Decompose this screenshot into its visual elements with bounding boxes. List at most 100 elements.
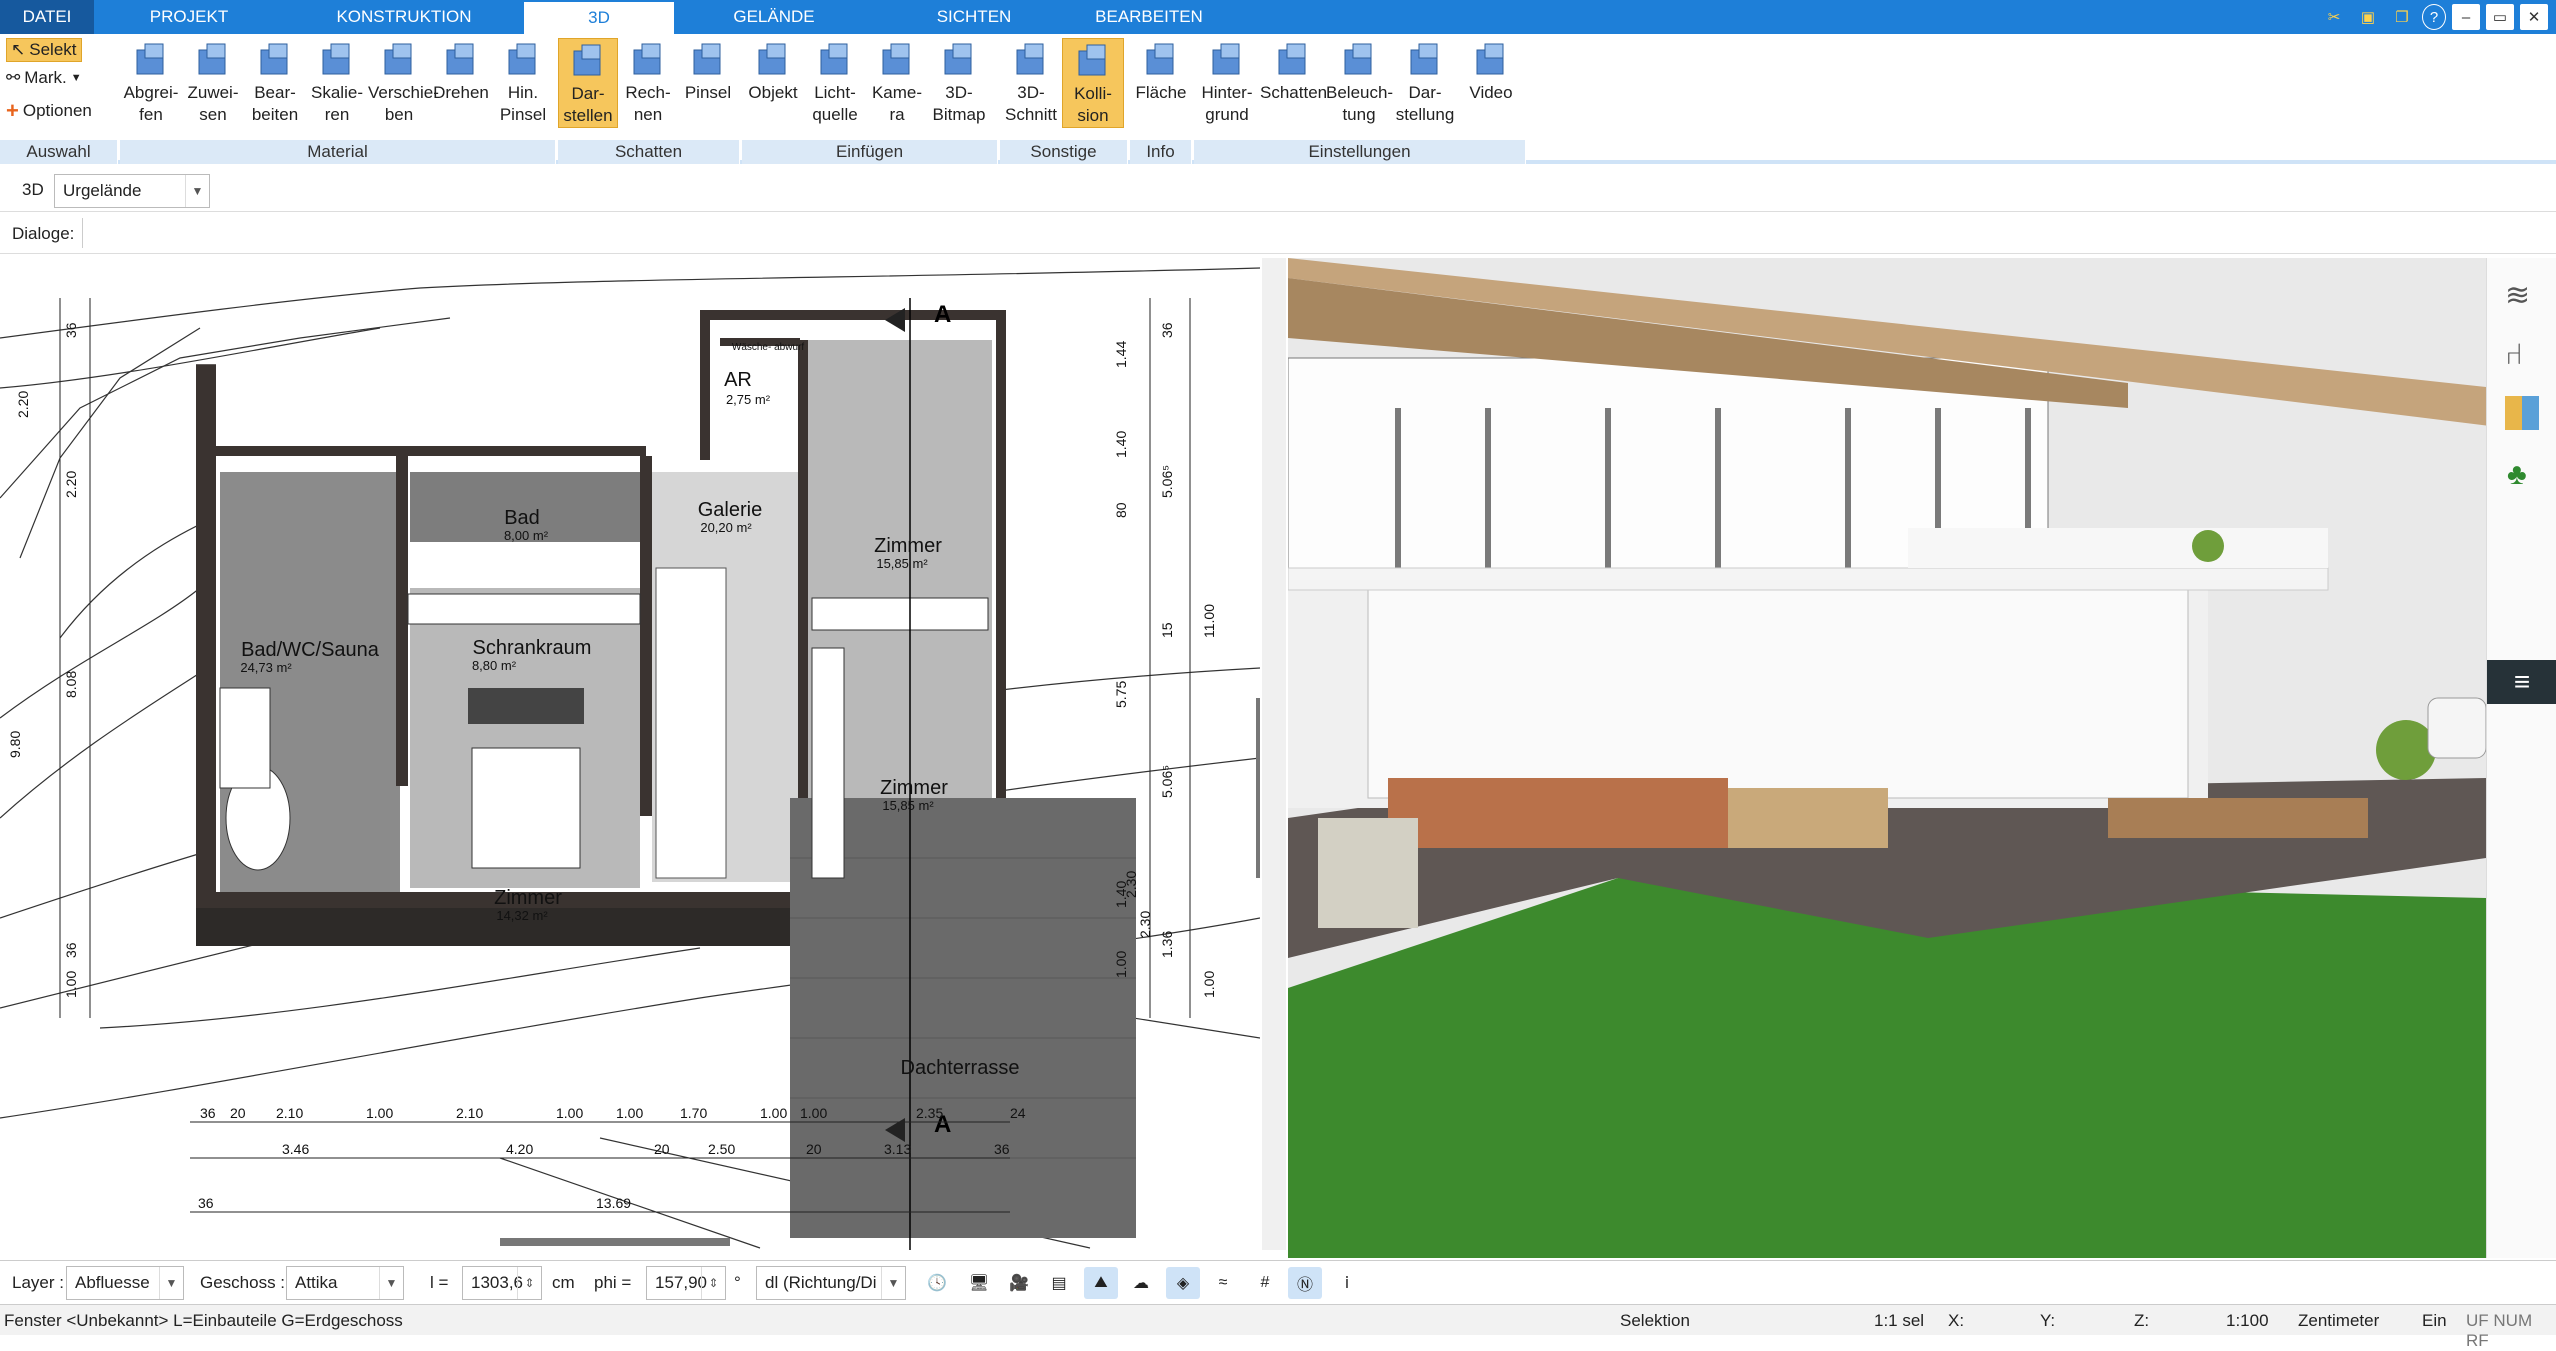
menu-bar: DATEI PROJEKT KONSTRUKTION 3D GELÄNDE SI… — [0, 0, 2556, 34]
section-label: A — [934, 301, 951, 328]
tab-konstruktion[interactable]: KONSTRUKTION — [284, 0, 524, 34]
einfuegen-button-1[interactable]: Licht-quelle — [804, 38, 866, 126]
material-icon — [379, 42, 419, 80]
north-icon[interactable]: Ⓝ — [1288, 1267, 1322, 1299]
einfuegen-icon — [877, 42, 917, 80]
render-icon[interactable]: ▤ — [1042, 1267, 1076, 1299]
layer-select[interactable]: Abfluesse ▼ — [66, 1266, 184, 1300]
spinner-icon[interactable]: ⇕ — [701, 1267, 725, 1299]
select-button[interactable]: ↖ Selekt — [6, 38, 82, 62]
sonstige-button-1[interactable]: Kolli-sion — [1062, 38, 1124, 128]
einstellungen-button-4[interactable]: Video — [1458, 38, 1524, 104]
status-scale: 1:100 — [2226, 1311, 2269, 1330]
einfuegen-button-2[interactable]: Kame-ra — [866, 38, 928, 126]
schatten-button-2[interactable]: Pinsel — [678, 38, 738, 104]
materials-icon[interactable] — [2505, 396, 2539, 430]
wardrobe — [407, 593, 641, 625]
material-button-5[interactable]: Drehen — [430, 38, 492, 104]
length-input[interactable]: 1303,6 ⇕ — [462, 1266, 542, 1300]
terrain-icon[interactable]: ⛰ — [1084, 1267, 1118, 1299]
chevron-down-icon: ▼ — [159, 1267, 183, 1299]
material-icon — [193, 42, 233, 80]
horizontal-scrollbar[interactable] — [500, 1238, 730, 1246]
tab-gelaende[interactable]: GELÄNDE — [674, 0, 874, 34]
camera-icon[interactable]: 🎥 — [1002, 1267, 1036, 1299]
geschoss-select[interactable]: Attika ▼ — [286, 1266, 404, 1300]
material-button-2[interactable]: Bear-beiten — [244, 38, 306, 126]
dimension-text: 2.20 — [63, 471, 79, 498]
material-button-4[interactable]: Verschie-ben — [368, 38, 439, 126]
tab-datei[interactable]: DATEI — [0, 0, 94, 34]
einstellungen-label: grund — [1205, 105, 1249, 124]
spinner-icon[interactable]: ⇕ — [517, 1267, 541, 1299]
floor-plan-view[interactable]: AR 2,75 m² Bad 8,00 m² Galerie 20,20 m² … — [0, 258, 1260, 1250]
floor-plan-canvas[interactable]: AR 2,75 m² Bad 8,00 m² Galerie 20,20 m² … — [0, 258, 1260, 1250]
einstellungen-button-0[interactable]: Hinter-grund — [1194, 38, 1260, 126]
schatten-label: Dar- — [571, 84, 605, 103]
window-icon[interactable]: ▣ — [2354, 4, 2382, 30]
material-button-6[interactable]: Hin. Pinsel — [492, 38, 554, 126]
tab-projekt[interactable]: PROJEKT — [94, 0, 284, 34]
dl-select[interactable]: dl (Richtung/Di ▼ — [756, 1266, 906, 1300]
view-splitter[interactable] — [1262, 258, 1286, 1250]
room-area: 15,85 m² — [882, 798, 934, 813]
sonstige-button-0[interactable]: 3D- Schnitt — [1000, 38, 1062, 126]
dimension-text: 2.10 — [456, 1105, 483, 1121]
restore-icon[interactable]: ❐ — [2388, 4, 2416, 30]
schatten-icon — [568, 43, 608, 81]
monitor-icon[interactable]: 🖥 — [962, 1267, 996, 1299]
tree-icon[interactable]: ♣ — [2507, 458, 2527, 492]
status-selection: 1:1 sel — [1874, 1311, 1925, 1330]
material-button-1[interactable]: Zuwei-sen — [182, 38, 244, 126]
tab-3d[interactable]: 3D — [524, 0, 674, 34]
dialog-toolbar: Dialoge: — [0, 214, 2556, 254]
chevron-down-icon: ▼ — [185, 175, 209, 207]
dialoge-label: Dialoge: — [12, 224, 75, 243]
cloud-icon[interactable]: ☁ — [1124, 1267, 1158, 1299]
layer-label: Layer : — [12, 1273, 64, 1292]
info-icon[interactable]: ⅰ — [1330, 1267, 1364, 1299]
3d-view[interactable] — [1288, 258, 2486, 1258]
room-name: Galerie — [698, 499, 762, 521]
tools-icon[interactable]: ✂ — [2320, 4, 2348, 30]
floor-icon[interactable]: ◈ — [1166, 1267, 1200, 1299]
terrain-select[interactable]: Urgelände ▼ — [54, 174, 210, 208]
phi-input[interactable]: 157,90 ⇕ — [646, 1266, 726, 1300]
schatten-button-1[interactable]: Rech-nen — [618, 38, 678, 126]
dimension-text: 5.06⁵ — [1159, 765, 1175, 798]
material-button-3[interactable]: Skalie-ren — [306, 38, 368, 126]
einfuegen-button-3[interactable]: 3D- Bitmap — [928, 38, 990, 126]
room-area: 14,32 m² — [496, 908, 548, 923]
input-bar: Layer : Abfluesse ▼ Geschoss : Attika ▼ l … — [0, 1260, 2556, 1304]
schatten-label: nen — [633, 105, 663, 124]
tab-bearbeiten[interactable]: BEARBEITEN — [1074, 0, 1224, 34]
info-button-0[interactable]: Fläche — [1130, 38, 1192, 104]
water-icon[interactable]: ≈ — [1206, 1267, 1240, 1299]
clock-icon[interactable]: 🕓 — [920, 1267, 954, 1299]
einstellungen-button-3[interactable]: Dar-stellung — [1392, 38, 1458, 126]
menu-icon[interactable]: ≡ — [2487, 660, 2556, 704]
dimension-text: 1.00 — [1201, 971, 1217, 998]
layers-icon[interactable]: ≋ — [2505, 278, 2530, 313]
material-button-0[interactable]: Abgrei-fen — [120, 38, 182, 126]
einstellungen-button-2[interactable]: Beleuch-tung — [1326, 38, 1393, 126]
room-area: 8,00 m² — [504, 528, 549, 543]
vertical-scrollbar[interactable] — [1256, 698, 1260, 878]
minimize-button[interactable]: – — [2452, 4, 2480, 30]
chair-icon[interactable]: ⑁ — [2505, 338, 2523, 372]
einfuegen-button-0[interactable]: Objekt — [742, 38, 804, 104]
close-button[interactable]: ✕ — [2520, 4, 2548, 30]
group-label-sonstige: Sonstige — [1000, 140, 1128, 164]
schatten-button-0[interactable]: Dar-stellen — [558, 38, 618, 128]
grid-icon[interactable]: # — [1248, 1267, 1282, 1299]
schatten-icon — [628, 42, 668, 80]
material-icon — [255, 42, 295, 80]
dimension-text: 1.00 — [556, 1105, 583, 1121]
options-button[interactable]: + Optionen — [6, 98, 92, 124]
einstellungen-button-1[interactable]: Schatten — [1260, 38, 1327, 104]
help-icon[interactable]: ? — [2422, 4, 2446, 30]
mark-button[interactable]: ⚯ Mark. ▼ — [6, 68, 82, 88]
maximize-button[interactable]: ▭ — [2486, 4, 2514, 30]
tab-sichten[interactable]: SICHTEN — [874, 0, 1074, 34]
phi-unit: ° — [734, 1273, 741, 1292]
